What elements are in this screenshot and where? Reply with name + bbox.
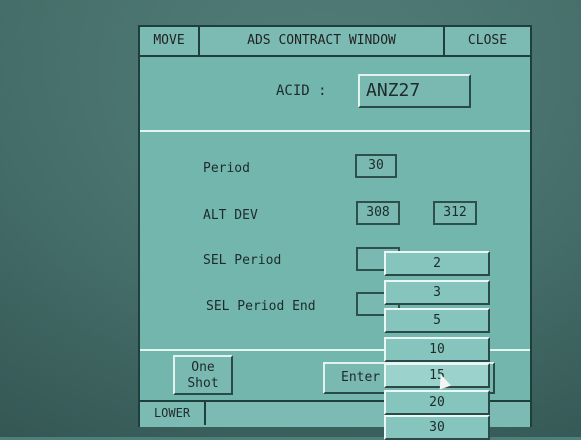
period-label: Period: [203, 161, 250, 176]
one-shot-label-line1: One: [191, 360, 215, 375]
sel-period-dropdown-list: 2 3 5 10 15 20 30: [384, 251, 492, 440]
sel-period-label: SEL Period: [203, 253, 282, 268]
dropdown-option-2[interactable]: 2: [384, 251, 490, 276]
lower-button[interactable]: LOWER: [140, 402, 206, 425]
alt-dev-upper-field[interactable]: 312: [433, 201, 477, 225]
dropdown-option-5[interactable]: 5: [384, 308, 490, 333]
period-field[interactable]: 30: [355, 154, 397, 178]
sel-period-end-label: SEL Period End: [206, 299, 316, 314]
title-bar: MOVE ADS CONTRACT WINDOW CLOSE: [140, 27, 530, 57]
move-button[interactable]: MOVE: [140, 27, 200, 55]
dropdown-option-30[interactable]: 30: [384, 415, 490, 440]
section-divider: [140, 130, 530, 132]
acid-field[interactable]: ANZ27: [358, 74, 471, 108]
one-shot-button[interactable]: One Shot: [173, 355, 233, 395]
acid-label: ACID :: [276, 83, 327, 99]
alt-dev-lower-field[interactable]: 308: [356, 201, 400, 225]
window-title: ADS CONTRACT WINDOW: [200, 27, 445, 55]
alt-dev-label: ALT DEV: [203, 208, 258, 223]
dropdown-option-10[interactable]: 10: [384, 337, 490, 362]
one-shot-label-line2: Shot: [187, 376, 219, 391]
close-button[interactable]: CLOSE: [445, 27, 530, 55]
dropdown-option-3[interactable]: 3: [384, 280, 490, 305]
dropdown-option-20[interactable]: 20: [384, 390, 490, 415]
